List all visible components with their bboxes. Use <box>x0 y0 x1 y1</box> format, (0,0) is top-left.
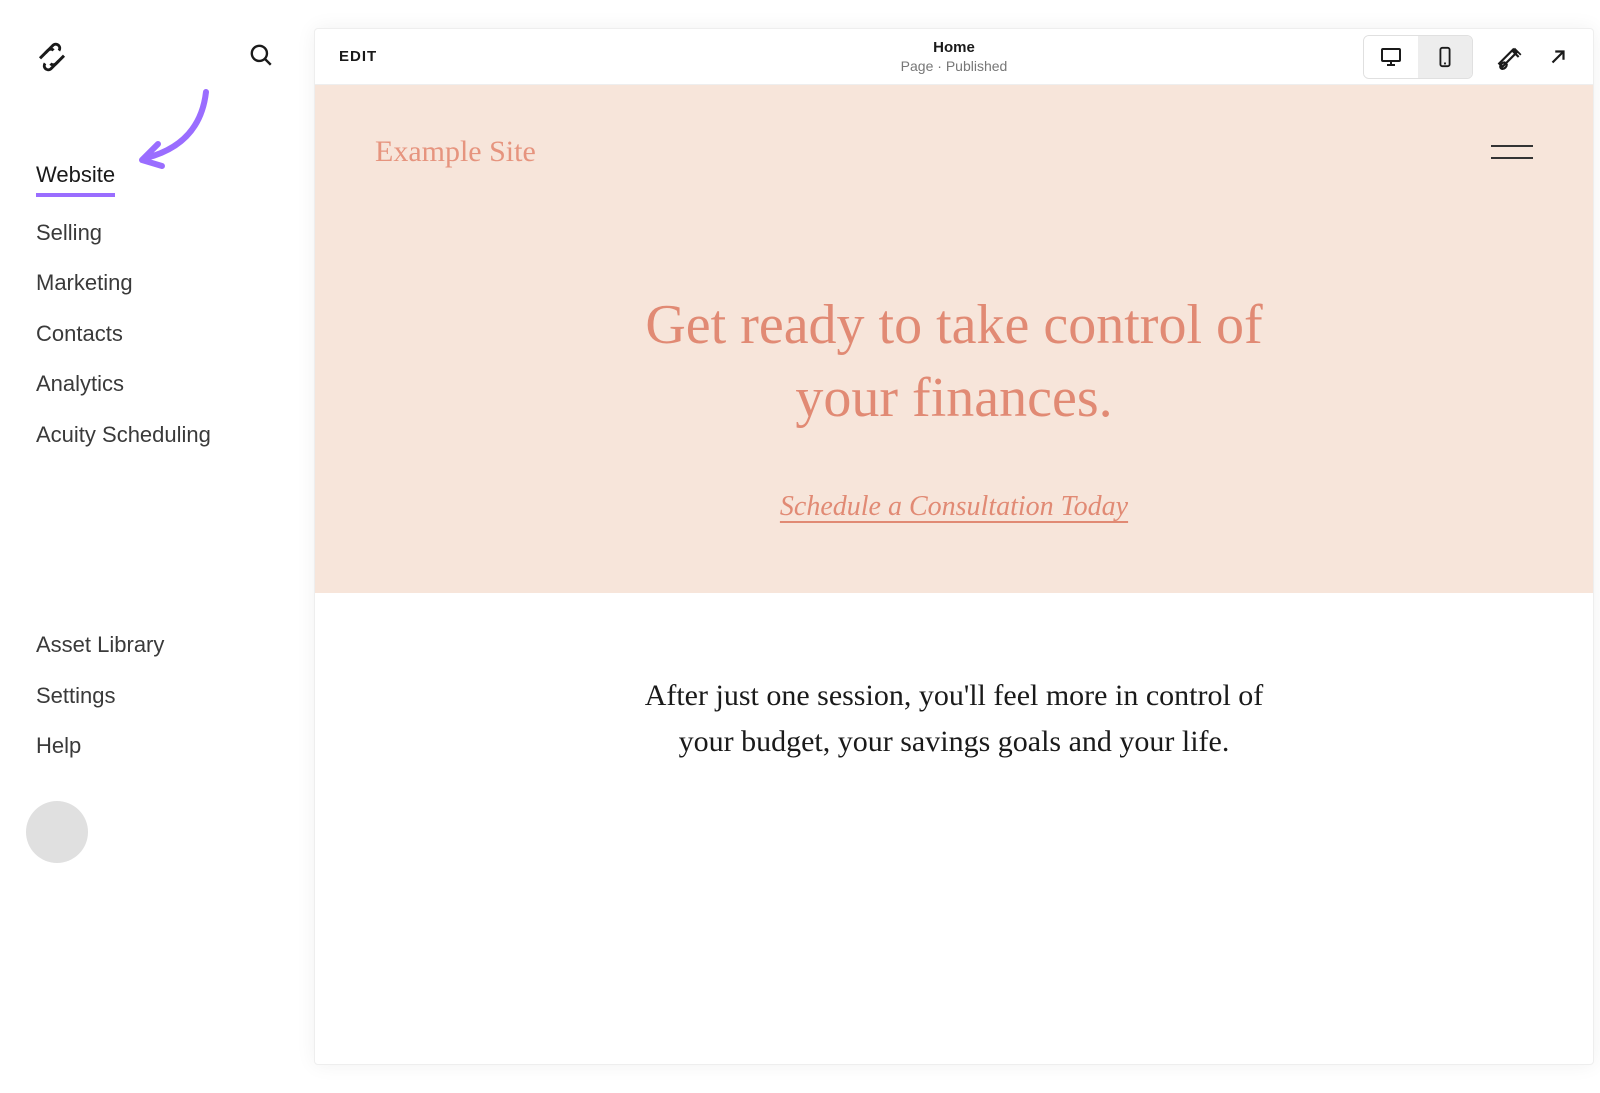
mobile-icon <box>1434 46 1456 68</box>
arrow-expand-icon <box>1547 46 1569 68</box>
preview-hamburger-menu[interactable] <box>1491 145 1533 159</box>
styles-paintbrush-button[interactable] <box>1497 44 1523 70</box>
nav-item-settings[interactable]: Settings <box>36 682 278 711</box>
sidebar: Website Selling Marketing Contacts Analy… <box>0 0 314 1093</box>
user-avatar[interactable] <box>26 801 88 863</box>
nav-item-acuity[interactable]: Acuity Scheduling <box>36 421 278 450</box>
search-icon <box>248 42 274 68</box>
site-preview: Example Site Get ready to take control o… <box>315 85 1593 1064</box>
hamburger-line-icon <box>1491 145 1533 147</box>
preview-site-header: Example Site <box>375 135 1533 169</box>
desktop-icon <box>1379 45 1403 69</box>
nav-item-asset-library[interactable]: Asset Library <box>36 631 278 660</box>
nav-item-marketing[interactable]: Marketing <box>36 269 278 298</box>
preview-body-section: After just one session, you'll feel more… <box>315 593 1593 806</box>
primary-nav: Website Selling Marketing Contacts Analy… <box>0 161 314 450</box>
preview-hero-heading: Get ready to take control of your financ… <box>604 289 1304 435</box>
mobile-view-button[interactable] <box>1418 36 1472 78</box>
page-title-group: Home Page · Published <box>901 39 1008 74</box>
nav-item-website[interactable]: Website <box>36 161 115 197</box>
preview-site-title[interactable]: Example Site <box>375 135 536 169</box>
nav-item-contacts[interactable]: Contacts <box>36 320 278 349</box>
desktop-view-button[interactable] <box>1364 36 1418 78</box>
preview-hero-cta-link[interactable]: Schedule a Consultation Today <box>375 491 1533 523</box>
hamburger-line-icon <box>1491 157 1533 159</box>
paintbrush-icon <box>1497 44 1523 70</box>
device-toggle <box>1363 35 1473 79</box>
edit-button[interactable]: EDIT <box>339 48 377 65</box>
sidebar-header <box>0 38 314 75</box>
page-title: Home <box>901 39 1008 56</box>
squarespace-logo-icon[interactable] <box>36 41 68 73</box>
preview-topbar: EDIT Home Page · Published <box>315 29 1593 85</box>
nav-item-analytics[interactable]: Analytics <box>36 370 278 399</box>
preview-canvas: EDIT Home Page · Published <box>314 28 1594 1065</box>
secondary-nav: Asset Library Settings Help <box>0 631 314 761</box>
page-subtitle: Page · Published <box>901 58 1008 74</box>
main: EDIT Home Page · Published <box>314 0 1600 1093</box>
nav-item-help[interactable]: Help <box>36 732 278 761</box>
preview-hero-section: Example Site Get ready to take control o… <box>315 85 1593 593</box>
preview-body-copy: After just one session, you'll feel more… <box>644 673 1264 766</box>
nav-item-selling[interactable]: Selling <box>36 219 278 248</box>
expand-arrow-button[interactable] <box>1547 46 1569 68</box>
topbar-actions <box>1363 35 1569 79</box>
search-button[interactable] <box>244 38 278 75</box>
